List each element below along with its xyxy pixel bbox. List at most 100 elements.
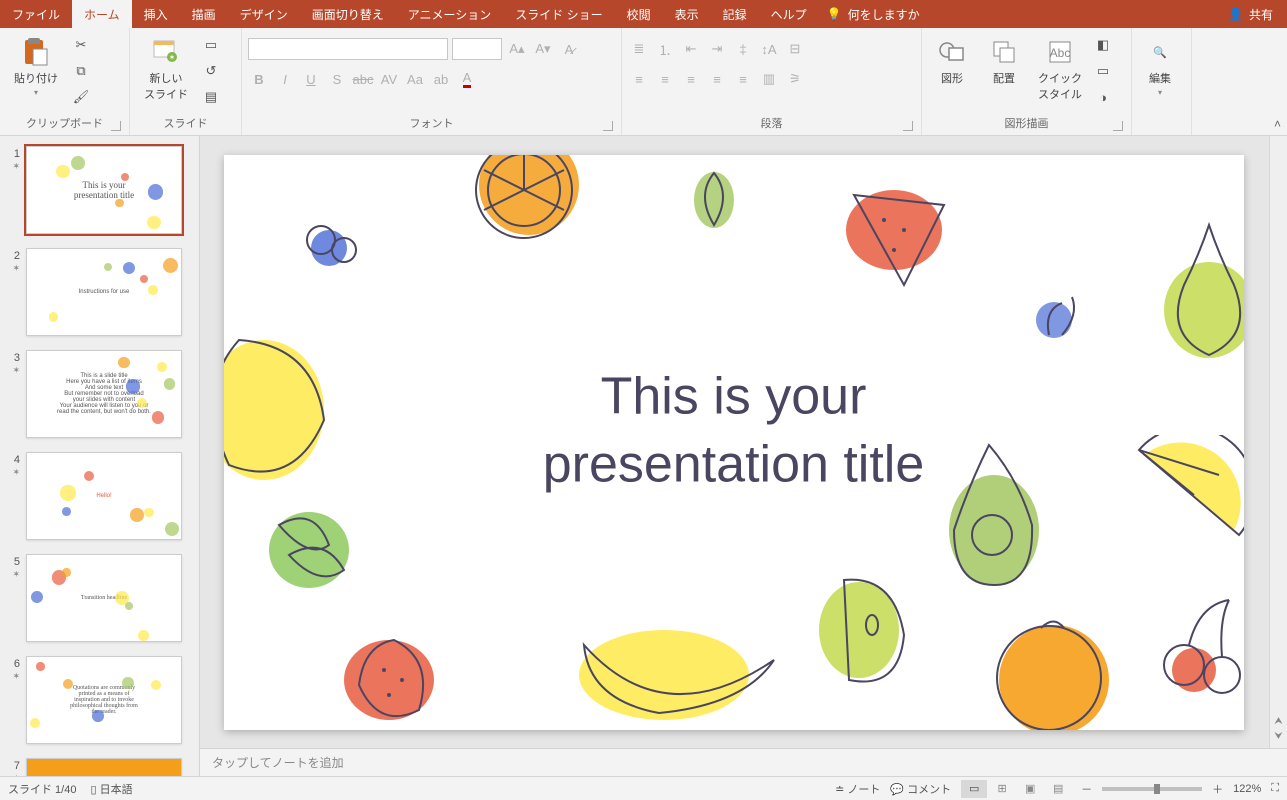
tab-home[interactable]: ホーム (72, 0, 132, 28)
slide-sorter-view-button[interactable]: ⊞ (989, 780, 1015, 798)
distribute-button[interactable]: ≡ (732, 68, 754, 90)
fit-to-window-button[interactable]: ⛶ (1271, 782, 1279, 795)
slide-canvas[interactable]: This is your presentation title (224, 155, 1244, 730)
font-color-button[interactable]: A (456, 68, 478, 90)
collapse-ribbon-button[interactable]: ˄ (1274, 117, 1281, 131)
zoom-slider[interactable] (1102, 787, 1202, 791)
reset-button[interactable]: ↺ (200, 60, 222, 82)
drawing-dialog-launcher[interactable] (1113, 121, 1123, 131)
thumbnail-3[interactable]: 3✶This is a slide title Here you have a … (6, 350, 193, 438)
text-direction-button[interactable]: ↕A (758, 38, 780, 60)
columns-button[interactable]: ▥ (758, 68, 780, 90)
slide-counter[interactable]: スライド 1/40 (8, 781, 76, 797)
tab-slideshow[interactable]: スライド ショー (503, 0, 614, 28)
decrease-indent-button[interactable]: ⇤ (680, 38, 702, 60)
increase-indent-button[interactable]: ⇥ (706, 38, 728, 60)
increase-font-button[interactable]: A▴ (506, 38, 528, 60)
editing-button[interactable]: 🔍 編集 ▾ (1138, 32, 1182, 97)
copy-button[interactable]: ⧉ (70, 60, 92, 82)
paragraph-dialog-launcher[interactable] (903, 121, 913, 131)
layout-button[interactable]: ▭ (200, 34, 222, 56)
quick-styles-button[interactable]: Abc クイック スタイル (1032, 32, 1088, 102)
thumb-text: Hello! (96, 493, 111, 499)
thumb-preview[interactable]: Hello! (26, 452, 182, 540)
thumb-preview[interactable]: This is a slide title Here you have a li… (26, 350, 182, 438)
font-size-combo[interactable] (452, 38, 502, 60)
clipboard-dialog-launcher[interactable] (111, 121, 121, 131)
shadow-button[interactable]: S (326, 68, 348, 90)
font-dialog-launcher[interactable] (603, 121, 613, 131)
align-center-button[interactable]: ≡ (654, 68, 676, 90)
highlight-button[interactable]: ab (430, 68, 452, 90)
thumb-preview[interactable]: This is your presentation title (26, 146, 182, 234)
tab-draw[interactable]: 描画 (180, 0, 228, 28)
language-indicator[interactable]: ▯ 日本語 (90, 781, 132, 797)
bullets-button[interactable]: ≣ (628, 38, 650, 60)
char-spacing-button[interactable]: AV (378, 68, 400, 90)
paste-button[interactable]: 貼り付け ▾ (6, 32, 66, 97)
comments-toggle[interactable]: 💬 コメント (890, 781, 951, 797)
thumbnail-5[interactable]: 5✶Transition headline (6, 554, 193, 642)
strikethrough-button[interactable]: abc (352, 68, 374, 90)
thumb-preview[interactable]: Instructions for use (26, 248, 182, 336)
align-right-button[interactable]: ≡ (680, 68, 702, 90)
tell-me-search[interactable]: 💡 何をしますか (827, 0, 920, 28)
thumbnail-7[interactable]: 7✶Big concept (6, 758, 193, 776)
tab-transitions[interactable]: 画面切り替え (300, 0, 396, 28)
zoom-in-button[interactable]: ＋ (1212, 781, 1223, 797)
cut-button[interactable]: ✂ (70, 34, 92, 56)
shape-effects-button[interactable]: ◑ (1092, 86, 1114, 108)
underline-button[interactable]: U (300, 68, 322, 90)
tab-animations[interactable]: アニメーション (396, 0, 504, 28)
thumbnail-2[interactable]: 2✶Instructions for use (6, 248, 193, 336)
thumbnail-1[interactable]: 1✶This is your presentation title (6, 146, 193, 234)
shape-fill-button[interactable]: ◧ (1092, 34, 1114, 56)
thumbnail-6[interactable]: 6✶Quotations are commonly printed as a m… (6, 656, 193, 744)
share-button[interactable]: 👤 共有 (1214, 0, 1287, 28)
arrange-button[interactable]: 配置 (980, 32, 1028, 86)
tab-insert[interactable]: 挿入 (132, 0, 180, 28)
tab-file[interactable]: ファイル (0, 0, 72, 28)
thumb-preview[interactable]: Big concept (26, 758, 182, 776)
slideshow-view-button[interactable]: ▤ (1045, 780, 1071, 798)
numbering-button[interactable]: ⒈ (654, 38, 676, 60)
zoom-out-button[interactable]: － (1081, 781, 1092, 797)
align-text-button[interactable]: ⊟ (784, 38, 806, 60)
notes-pane[interactable]: タップしてノートを追加 (200, 748, 1287, 776)
format-painter-button[interactable]: 🖌 (70, 86, 92, 108)
thumb-text: Quotations are commonly printed as a mea… (70, 685, 138, 715)
tab-recording[interactable]: 記録 (711, 0, 759, 28)
new-slide-button[interactable]: ✶ 新しい スライド (136, 32, 196, 102)
reading-view-button[interactable]: ▣ (1017, 780, 1043, 798)
thumbnail-4[interactable]: 4✶Hello! (6, 452, 193, 540)
line-spacing-button[interactable]: ‡ (732, 38, 754, 60)
notes-toggle[interactable]: ≐ ノート (835, 781, 880, 797)
thumbnail-panel[interactable]: 1✶This is your presentation title 2✶Instr… (0, 136, 200, 776)
tab-help[interactable]: ヘルプ (759, 0, 819, 28)
italic-button[interactable]: I (274, 68, 296, 90)
tab-review[interactable]: 校閲 (615, 0, 663, 28)
thumb-preview[interactable]: Quotations are commonly printed as a mea… (26, 656, 182, 744)
next-slide-button[interactable]: ⮟ (1274, 731, 1283, 742)
bold-button[interactable]: B (248, 68, 270, 90)
change-case-button[interactable]: Aa (404, 68, 426, 90)
clear-format-button[interactable]: A̷ (558, 38, 580, 60)
section-button[interactable]: ▤ (200, 86, 222, 108)
prev-slide-button[interactable]: ⮝ (1274, 716, 1283, 727)
align-left-button[interactable]: ≡ (628, 68, 650, 90)
zoom-level[interactable]: 122% (1233, 783, 1261, 795)
tab-view[interactable]: 表示 (663, 0, 711, 28)
vertical-scrollbar[interactable]: ⮝ ⮟ (1269, 136, 1287, 748)
slide-title[interactable]: This is your presentation title (543, 364, 925, 499)
arrange-label: 配置 (993, 70, 1015, 86)
decrease-font-button[interactable]: A▾ (532, 38, 554, 60)
justify-button[interactable]: ≡ (706, 68, 728, 90)
font-name-combo[interactable] (248, 38, 448, 60)
shapes-button[interactable]: 図形 (928, 32, 976, 86)
convert-smartart-button[interactable]: ⚞ (784, 68, 806, 90)
tab-design[interactable]: デザイン (228, 0, 300, 28)
thumb-preview[interactable]: Transition headline (26, 554, 182, 642)
chevron-down-icon: ▾ (34, 88, 38, 97)
normal-view-button[interactable]: ▭ (961, 780, 987, 798)
shape-outline-button[interactable]: ▭ (1092, 60, 1114, 82)
